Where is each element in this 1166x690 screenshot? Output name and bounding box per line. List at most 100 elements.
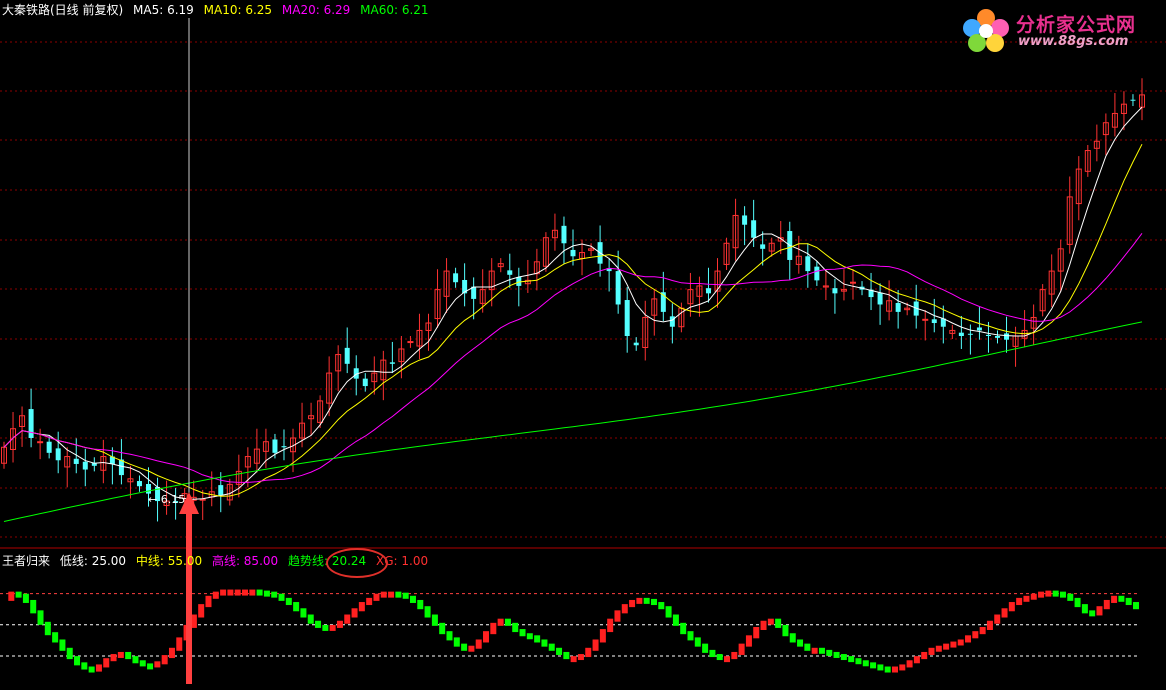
indicator-bar-down [782, 624, 789, 637]
indicator-bar-up [614, 610, 621, 622]
indicator-bar-up [168, 647, 175, 659]
indicator-bar-down [672, 614, 679, 626]
site-logo[interactable]: 分析家公式网 www.88gs.com [958, 4, 1158, 56]
indicator-bar-up [103, 658, 110, 668]
low-line-label: 低线: 25.00 [59, 554, 127, 568]
indicator-bar-up [979, 627, 986, 635]
indicator-bar-up [724, 656, 731, 663]
indicator-bar-down [409, 595, 416, 603]
indicator-bar-up [950, 641, 957, 648]
ma5-label: MA5: 6.19 [133, 3, 194, 17]
candle-body-down [877, 292, 883, 305]
indicator-bar-down [453, 637, 460, 647]
candle-body-down [561, 225, 567, 244]
ma-lines [3, 106, 1143, 522]
signal-arrow-shaft [186, 512, 192, 684]
indicator-bar-up [811, 647, 818, 654]
flower-logo-icon [963, 9, 1009, 52]
indicator-bar-down [702, 643, 709, 653]
indicator-bar-down [687, 631, 694, 641]
logo-url: www.88gs.com [1018, 34, 1129, 49]
low-price-label: ← 6.15 [148, 493, 185, 506]
indicator-bar-down [775, 618, 782, 628]
indicator-bar-down [1052, 590, 1059, 597]
indicator-bar-up [205, 595, 212, 608]
indicator-bar-up [497, 618, 504, 626]
indicator-bar-down [862, 660, 869, 667]
candle-body-up [407, 341, 414, 344]
indicator-bar-down [541, 639, 548, 647]
indicator-bar-down [66, 647, 73, 660]
candle-body-down [805, 256, 811, 272]
candle-body-down [389, 362, 395, 364]
indicator-bar-down [534, 635, 541, 643]
indicator-bar-down [789, 633, 796, 643]
candle-body-down [55, 448, 61, 461]
indicator-bar-down [526, 633, 533, 640]
candle-body-down [570, 249, 576, 257]
indicator-bar-down [30, 599, 37, 614]
candles [1, 78, 1145, 522]
indicator-bar-down [1074, 597, 1081, 608]
indicator-bar-down [278, 593, 285, 601]
indicator-bar-up [358, 602, 365, 612]
indicator-bar-up [986, 620, 993, 630]
indicator-bar-up [351, 608, 358, 618]
candle-body-down [967, 333, 973, 335]
main-grid [0, 41, 1166, 549]
indicator-bar-up [738, 643, 745, 655]
indicator-bar-down [1089, 610, 1096, 617]
indicator-bars [8, 589, 1139, 673]
indicator-bar-up [957, 639, 964, 646]
candle-body-up [849, 281, 856, 284]
indicator-bar-down [833, 651, 840, 658]
indicator-bar-up [220, 589, 227, 596]
candle-body-down [28, 409, 34, 438]
indicator-bar-down [315, 620, 322, 628]
logo-title: 分析家公式网 [1016, 14, 1137, 36]
candle-body-down [669, 316, 675, 327]
indicator-bar-down [147, 663, 154, 670]
indicator-bar-up [154, 661, 161, 668]
indicator-bar-down [402, 592, 409, 599]
indicator-bar-down [840, 654, 847, 661]
indicator-bar-down [439, 622, 446, 635]
ma60-line [3, 321, 1143, 522]
indicator-bar-up [921, 651, 928, 660]
candle-body-down [976, 327, 982, 331]
stock-chart-canvas[interactable]: ← 6.15 [0, 0, 1166, 690]
indicator-bar-down [59, 639, 66, 651]
indicator-bar-up [161, 655, 168, 665]
indicator-bar-up [490, 622, 497, 635]
indicator-bar-up [1008, 602, 1015, 612]
indicator-bar-down [709, 649, 716, 658]
xg-highlight-circle [326, 548, 388, 578]
candle-body-down [705, 288, 711, 294]
indicator-bar-up [227, 589, 234, 596]
indicator-bar-up [972, 631, 979, 639]
indicator-bar-down [504, 618, 511, 626]
indicator-bar-up [570, 656, 577, 663]
indicator-bar-up [731, 651, 738, 660]
indicator-bar-up [994, 614, 1001, 624]
candle-body-up [922, 318, 929, 321]
candle-body-down [751, 220, 757, 238]
candle-body-down [46, 441, 52, 453]
indicator-bar-down [563, 651, 570, 660]
indicator-bar-up [176, 637, 183, 651]
indicator-bar-down [884, 666, 891, 673]
indicator-bar-up [8, 591, 15, 601]
indicator-bar-up [1096, 606, 1103, 616]
indicator-bar-down [256, 589, 263, 596]
indicator-bar-up [767, 618, 774, 625]
indicator-bar-down [665, 606, 672, 618]
indicator-bar-down [650, 598, 657, 606]
indicator-bar-down [15, 591, 22, 598]
indicator-bar-down [395, 591, 402, 598]
indicator-bar-down [22, 593, 29, 603]
indicator-bar-up [636, 597, 643, 604]
indicator-bar-up [592, 639, 599, 651]
candle-body-down [615, 271, 621, 305]
indicator-bar-down [44, 621, 51, 636]
candle-body-down [281, 446, 287, 448]
